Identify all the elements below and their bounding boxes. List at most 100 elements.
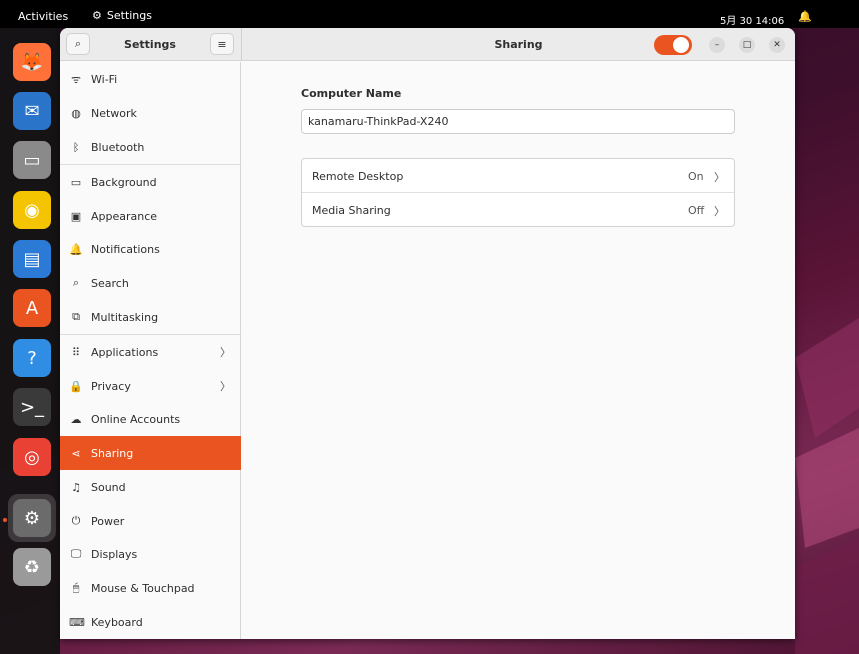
- sidebar-item-label: Wi-Fi: [91, 72, 118, 86]
- sharing-list: Remote Desktop On 〉 Media Sharing Off 〉: [301, 158, 735, 227]
- dock-chrome-icon[interactable]: ◎: [13, 438, 51, 476]
- mouse-icon: 🖱: [72, 581, 80, 594]
- wifi-icon: ᯤ: [70, 72, 82, 86]
- sidebar-item-label: Appearance: [91, 209, 158, 223]
- media-sharing-label: Media Sharing: [312, 204, 391, 217]
- search-button[interactable]: ⌕: [66, 33, 90, 55]
- activities-button[interactable]: Activities: [18, 10, 68, 23]
- sidebar-item-search[interactable]: ⌕ Search: [60, 266, 241, 300]
- clock[interactable]: 5月 30 14:06: [720, 12, 784, 27]
- dock: 🦊 ✉ ▭ ◉ ▤ A? >_ ◎ ⚙ ♻: [0, 28, 60, 654]
- sidebar-item-sound[interactable]: ♫ Sound: [60, 470, 241, 504]
- sharing-toggle[interactable]: [654, 35, 692, 55]
- sidebar-item-label: Notifications: [91, 242, 160, 256]
- settings-title: Settings: [124, 38, 176, 51]
- computer-name-label: Computer Name: [301, 87, 402, 100]
- background-icon: ▭: [70, 175, 82, 189]
- minimize-button[interactable]: –: [709, 37, 725, 53]
- sidebar-item-privacy[interactable]: 🔒 Privacy 〉: [60, 369, 241, 403]
- sidebar-item-applications[interactable]: ⠿ Applications 〉: [60, 335, 241, 369]
- sidebar-item-label: Keyboard: [91, 615, 143, 629]
- search-icon: ⌕: [74, 37, 82, 50]
- sidebar-item-mouse-touchpad[interactable]: 🖱 Mouse & Touchpad: [60, 571, 241, 605]
- sidebar-item-sharing[interactable]: ⋖ Sharing: [60, 436, 241, 470]
- notification-bell-icon[interactable]: 🔔: [798, 10, 812, 23]
- dock-trash-icon[interactable]: ♻: [13, 548, 51, 586]
- sidebar-item-appearance[interactable]: ▣ Appearance: [60, 199, 241, 233]
- sidebar-item-label: Bluetooth: [91, 140, 145, 154]
- sidebar: ᯤ Wi-Fi ◍ Network ᛒ Bluetooth ▭ Background ▣ Appe…: [60, 62, 241, 639]
- share-icon: ⋖: [71, 446, 81, 460]
- sidebar-item-keyboard[interactable]: ⌨ Keyboard: [60, 605, 241, 639]
- sidebar-item-label: Applications: [91, 345, 159, 359]
- chevron-right-icon: 〉: [714, 205, 725, 218]
- dock-thunderbird-icon[interactable]: ✉: [13, 92, 51, 130]
- sidebar-item-label: Power: [91, 514, 125, 528]
- sidebar-item-bluetooth[interactable]: ᛒ Bluetooth: [60, 130, 241, 164]
- maximize-icon: □: [742, 40, 752, 50]
- header-bar: ⌕ Settings ≡ Sharing – □ ✕: [60, 28, 795, 61]
- dock-firefox-icon[interactable]: 🦊: [13, 43, 51, 81]
- wallpaper: [795, 318, 859, 654]
- search-icon: ⌕: [72, 276, 80, 289]
- top-bar: Activities ⚙ Settings 5月 30 14:06 🔔: [0, 0, 859, 28]
- close-icon: ✕: [773, 40, 781, 50]
- chevron-right-icon: 〉: [714, 171, 725, 184]
- dock-files-icon[interactable]: ▭: [13, 141, 51, 179]
- keyboard-icon: ⌨: [69, 615, 85, 629]
- dock-terminal-icon[interactable]: >_: [13, 388, 51, 426]
- sidebar-item-multitasking[interactable]: ⧉ Multitasking: [60, 300, 241, 334]
- network-icon: ◍: [71, 106, 81, 120]
- menu-button[interactable]: ≡: [210, 33, 234, 55]
- app-menu[interactable]: ⚙ Settings: [92, 9, 152, 22]
- sidebar-item-network[interactable]: ◍ Network: [60, 96, 241, 130]
- sharing-panel: Computer Name Remote Desktop On 〉 Media …: [242, 62, 795, 639]
- computer-name-input[interactable]: [301, 109, 735, 134]
- sidebar-item-label: Sound: [91, 480, 126, 494]
- bell-icon: 🔔: [69, 242, 83, 256]
- multitasking-icon: ⧉: [72, 310, 80, 323]
- appearance-icon: ▣: [70, 209, 82, 223]
- hamburger-menu-icon: ≡: [217, 37, 227, 51]
- sidebar-item-wifi[interactable]: ᯤ Wi-Fi: [60, 62, 241, 96]
- minimize-icon: –: [714, 40, 720, 50]
- bluetooth-icon: ᛒ: [72, 140, 80, 154]
- media-sharing-status: Off: [688, 204, 705, 217]
- sidebar-item-label: Privacy: [91, 379, 131, 393]
- media-sharing-row[interactable]: Media Sharing Off 〉: [302, 193, 734, 227]
- sidebar-item-label: Multitasking: [91, 310, 159, 324]
- music-note-icon: ♫: [71, 480, 81, 494]
- dock-app-center-icon[interactable]: A: [13, 289, 51, 327]
- dock-running-indicator: [3, 518, 7, 522]
- cloud-icon: ☁: [70, 412, 82, 426]
- sidebar-item-label: Displays: [91, 547, 138, 561]
- chevron-right-icon: 〉: [220, 346, 231, 359]
- sidebar-item-background[interactable]: ▭ Background: [60, 165, 241, 199]
- lock-icon: 🔒: [69, 379, 83, 393]
- toggle-knob: [673, 37, 689, 53]
- maximize-button[interactable]: □: [739, 37, 755, 53]
- display-icon: 🖵: [70, 547, 82, 560]
- dock-libreoffice-writer-icon[interactable]: ▤: [13, 240, 51, 278]
- dock-help-icon[interactable]: ?: [13, 339, 51, 377]
- sidebar-item-label: Search: [91, 276, 129, 290]
- chevron-right-icon: 〉: [220, 380, 231, 393]
- remote-desktop-row[interactable]: Remote Desktop On 〉: [302, 159, 734, 193]
- sidebar-item-displays[interactable]: 🖵 Displays: [60, 537, 241, 571]
- gear-icon: ⚙: [92, 9, 102, 22]
- power-icon: ⏻: [71, 514, 81, 527]
- sidebar-item-label: Network: [91, 106, 137, 120]
- sidebar-item-power[interactable]: ⏻ Power: [60, 504, 241, 538]
- sidebar-item-label: Online Accounts: [91, 412, 181, 426]
- remote-desktop-label: Remote Desktop: [312, 170, 404, 183]
- sidebar-item-label: Sharing: [91, 446, 134, 460]
- sidebar-item-online-accounts[interactable]: ☁ Online Accounts: [60, 402, 241, 436]
- sidebar-item-notifications[interactable]: 🔔 Notifications: [60, 232, 241, 266]
- app-menu-label: Settings: [106, 9, 152, 22]
- sidebar-item-label: Background: [91, 175, 157, 189]
- close-button[interactable]: ✕: [769, 37, 785, 53]
- dock-settings-icon[interactable]: ⚙: [13, 499, 51, 537]
- dock-rhythmbox-icon[interactable]: ◉: [13, 191, 51, 229]
- remote-desktop-status: On: [688, 170, 704, 183]
- sidebar-item-label: Mouse & Touchpad: [91, 581, 195, 595]
